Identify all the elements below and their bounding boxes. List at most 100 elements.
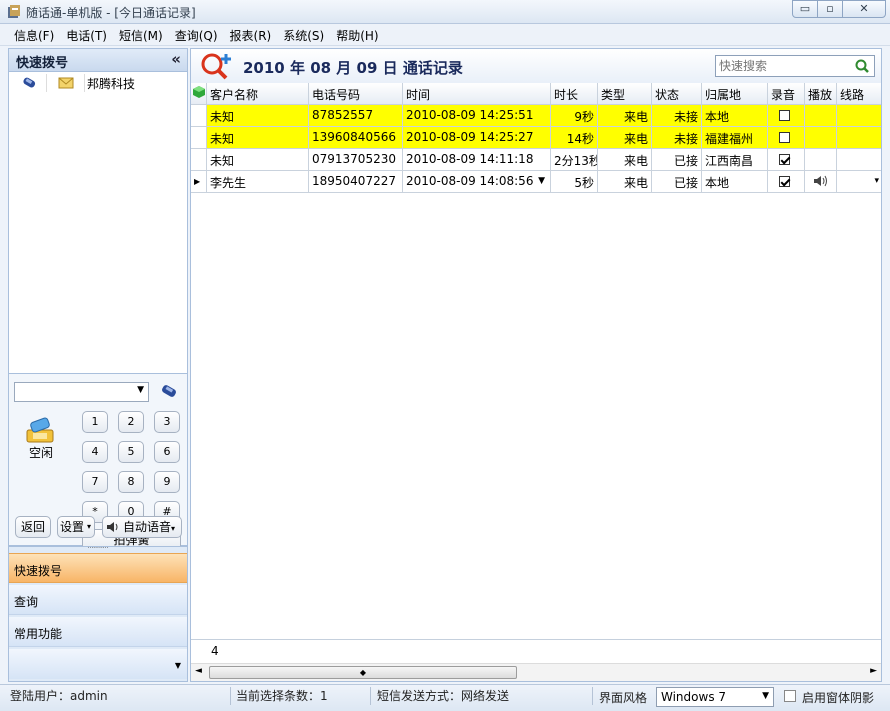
key-7[interactable]: 7 bbox=[82, 471, 108, 493]
status-selected-count: 当前选择条数：1 bbox=[236, 689, 328, 703]
record-count: 4 bbox=[211, 644, 219, 658]
scroll-left-icon[interactable]: ◄ bbox=[195, 666, 202, 676]
cell-phone: 13960840566 bbox=[309, 127, 403, 149]
auto-voice-label: 自动语音 bbox=[122, 520, 171, 534]
window-title: 随话通-单机版 - [今日通话记录] bbox=[26, 6, 196, 20]
menu-phone[interactable]: 电话(T) bbox=[60, 24, 113, 45]
auto-voice-button[interactable]: 自动语音▾ bbox=[102, 516, 182, 538]
envelope-icon[interactable] bbox=[47, 74, 85, 92]
col-time[interactable]: 时间 bbox=[403, 83, 551, 105]
list-item[interactable]: 邦腾科技 bbox=[11, 74, 185, 92]
key-1[interactable]: 1 bbox=[82, 411, 108, 433]
col-phone[interactable]: 电话号码 bbox=[309, 83, 403, 105]
col-line[interactable]: 线路 bbox=[837, 83, 881, 105]
scrollbar-thumb[interactable]: ◆ bbox=[209, 666, 517, 679]
chevron-down-icon[interactable]: ▼ bbox=[762, 691, 769, 701]
menu-report[interactable]: 报表(R) bbox=[224, 24, 278, 45]
cell-status: 未接 bbox=[652, 105, 702, 127]
cell-line bbox=[837, 127, 881, 149]
cell-duration: 5秒 bbox=[551, 171, 598, 193]
line-status-label: 空闲 bbox=[29, 446, 54, 460]
cell-recording bbox=[768, 127, 805, 149]
recording-checkbox[interactable] bbox=[779, 176, 790, 187]
nav-item-quickdial[interactable]: 快速拨号 bbox=[9, 553, 187, 583]
col-recording[interactable]: 录音 bbox=[768, 83, 805, 105]
search-icon[interactable] bbox=[854, 58, 870, 74]
horizontal-scrollbar[interactable]: ◄ ◆ ► bbox=[191, 663, 881, 681]
key-5[interactable]: 5 bbox=[118, 441, 144, 463]
cell-line[interactable]: ▾ bbox=[837, 171, 881, 193]
nav-item-query[interactable]: 查询 bbox=[9, 585, 187, 615]
magnifier-plus-icon bbox=[201, 53, 231, 80]
cell-time[interactable]: 2010-08-09 14:08:56 ▼ bbox=[403, 171, 551, 193]
key-2[interactable]: 2 bbox=[118, 411, 144, 433]
page-title: 2010 年 08 月 09 日 通话记录 bbox=[243, 59, 463, 77]
menu-info[interactable]: 信息(F) bbox=[8, 24, 60, 45]
table-row[interactable]: 未知 87852557 2010-08-09 14:25:51 9秒 来电 未接… bbox=[191, 105, 881, 127]
cell-play bbox=[805, 105, 837, 127]
key-3[interactable]: 3 bbox=[154, 411, 180, 433]
table-row[interactable]: 未知 07913705230 2010-08-09 14:11:18 2分13秒… bbox=[191, 149, 881, 171]
col-name[interactable]: 客户名称 bbox=[207, 83, 309, 105]
cell-location: 本地 bbox=[702, 171, 768, 193]
table-row[interactable]: 未知 13960840566 2010-08-09 14:25:27 14秒 来… bbox=[191, 127, 881, 149]
collapse-icon[interactable]: « bbox=[171, 50, 181, 68]
speaker-icon bbox=[107, 522, 118, 532]
key-9[interactable]: 9 bbox=[154, 471, 180, 493]
chevron-down-icon[interactable]: ▾ bbox=[874, 176, 879, 186]
shadow-checkbox[interactable] bbox=[784, 690, 796, 702]
dial-action-bar: 返回 设置 ▾ 自动语音▾ bbox=[8, 516, 188, 546]
cell-location: 江西南昌 bbox=[702, 149, 768, 171]
style-select[interactable]: Windows 7 ▼ bbox=[656, 687, 774, 707]
number-combo[interactable]: ▼ bbox=[14, 382, 149, 402]
settings-button[interactable]: 设置 ▾ bbox=[57, 516, 95, 538]
cell-play bbox=[805, 149, 837, 171]
style-value: Windows 7 bbox=[661, 690, 727, 704]
col-location[interactable]: 归属地 bbox=[702, 83, 768, 105]
back-button[interactable]: 返回 bbox=[15, 516, 51, 538]
dial-phone-icon[interactable] bbox=[159, 383, 179, 401]
col-type[interactable]: 类型 bbox=[598, 83, 652, 105]
key-6[interactable]: 6 bbox=[154, 441, 180, 463]
row-indicator bbox=[191, 149, 207, 171]
menu-query[interactable]: 查询(Q) bbox=[169, 24, 224, 45]
col-status[interactable]: 状态 bbox=[652, 83, 702, 105]
cell-recording bbox=[768, 105, 805, 127]
nav-overflow[interactable]: ▼ bbox=[9, 649, 187, 679]
key-4[interactable]: 4 bbox=[82, 441, 108, 463]
speaker-play-icon[interactable] bbox=[813, 174, 829, 188]
settings-label: 设置 bbox=[59, 520, 84, 534]
cell-type: 来电 bbox=[598, 171, 652, 193]
status-divider bbox=[592, 687, 593, 705]
recording-checkbox[interactable] bbox=[779, 110, 790, 121]
status-divider bbox=[370, 687, 371, 705]
scroll-right-icon[interactable]: ► bbox=[870, 666, 877, 676]
phone-handset-icon[interactable] bbox=[11, 74, 47, 92]
cell-name: 李先生 bbox=[207, 171, 309, 193]
chevron-down-icon[interactable]: ▼ bbox=[538, 176, 545, 186]
menu-sms[interactable]: 短信(M) bbox=[113, 24, 169, 45]
cell-location: 福建福州 bbox=[702, 127, 768, 149]
table-row-selected[interactable]: ▶ 李先生 18950407227 2010-08-09 14:08:56 ▼ 5… bbox=[191, 171, 881, 193]
recording-checkbox[interactable] bbox=[779, 132, 790, 143]
quickdial-header: 快速拨号 « bbox=[8, 48, 188, 72]
row-pointer-icon: ▶ bbox=[191, 171, 207, 193]
quick-search[interactable] bbox=[715, 55, 875, 77]
col-duration[interactable]: 时长 bbox=[551, 83, 598, 105]
chevron-down-icon[interactable]: ▼ bbox=[137, 385, 144, 395]
col-play[interactable]: 播放 bbox=[805, 83, 837, 105]
status-divider bbox=[230, 687, 231, 705]
cell-status: 已接 bbox=[652, 149, 702, 171]
close-button[interactable]: ✕ bbox=[842, 0, 886, 18]
search-input[interactable] bbox=[716, 56, 846, 76]
nav-panel: ··········· 快速拨号 查询 常用功能 ▼ bbox=[8, 546, 188, 682]
menu-system[interactable]: 系统(S) bbox=[277, 24, 330, 45]
nav-item-common[interactable]: 常用功能 bbox=[9, 617, 187, 647]
menu-help[interactable]: 帮助(H) bbox=[330, 24, 384, 45]
row-indicator bbox=[191, 127, 207, 149]
chevron-down-icon[interactable]: ▼ bbox=[175, 661, 181, 670]
recording-checkbox[interactable] bbox=[779, 154, 790, 165]
key-8[interactable]: 8 bbox=[118, 471, 144, 493]
minimize-button[interactable]: ▭ bbox=[792, 0, 818, 18]
restore-button[interactable]: ▫ bbox=[817, 0, 843, 18]
